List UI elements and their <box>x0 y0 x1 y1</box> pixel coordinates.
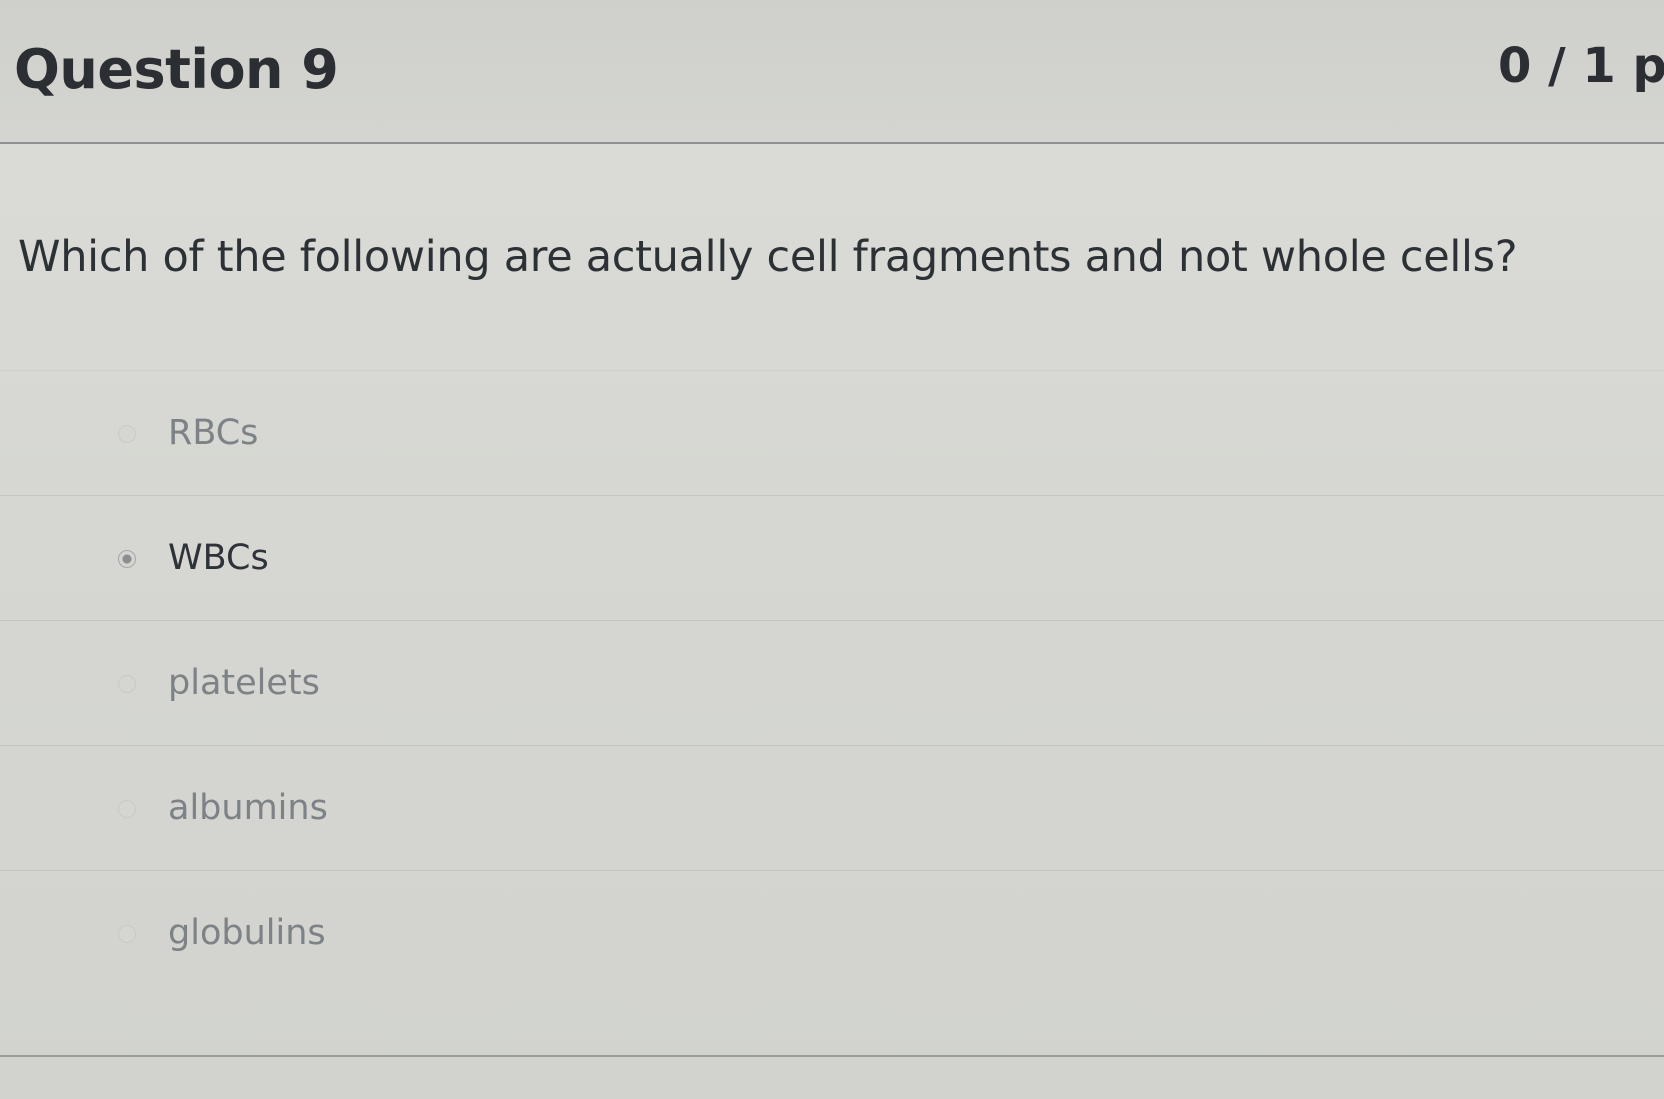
answer-option-wbcs[interactable]: WBCs <box>0 495 1664 620</box>
radio-button[interactable] <box>118 425 136 443</box>
quiz-question-card: Question 9 0 / 1 pt Which of the followi… <box>0 0 1664 1099</box>
question-text: Which of the following are actually cell… <box>18 232 1518 282</box>
answer-label: globulins <box>168 913 326 953</box>
question-header: Question 9 0 / 1 pt <box>0 0 1664 144</box>
answer-option-rbcs[interactable]: RBCs <box>0 370 1664 495</box>
answer-list: RBCs WBCs platelets albumins globulins <box>0 370 1664 995</box>
question-title: Question 9 <box>14 38 339 101</box>
answer-option-globulins[interactable]: globulins <box>0 870 1664 995</box>
answer-label: platelets <box>168 663 320 703</box>
answer-label: albumins <box>168 788 328 828</box>
answer-option-albumins[interactable]: albumins <box>0 745 1664 870</box>
radio-button[interactable] <box>118 800 136 818</box>
radio-button[interactable] <box>118 675 136 693</box>
answer-label: RBCs <box>168 413 259 453</box>
answer-label: WBCs <box>168 538 269 578</box>
divider <box>0 1055 1664 1057</box>
radio-button-selected[interactable] <box>118 550 136 568</box>
answer-option-platelets[interactable]: platelets <box>0 620 1664 745</box>
radio-button[interactable] <box>118 925 136 943</box>
question-points: 0 / 1 pt <box>1498 38 1664 94</box>
